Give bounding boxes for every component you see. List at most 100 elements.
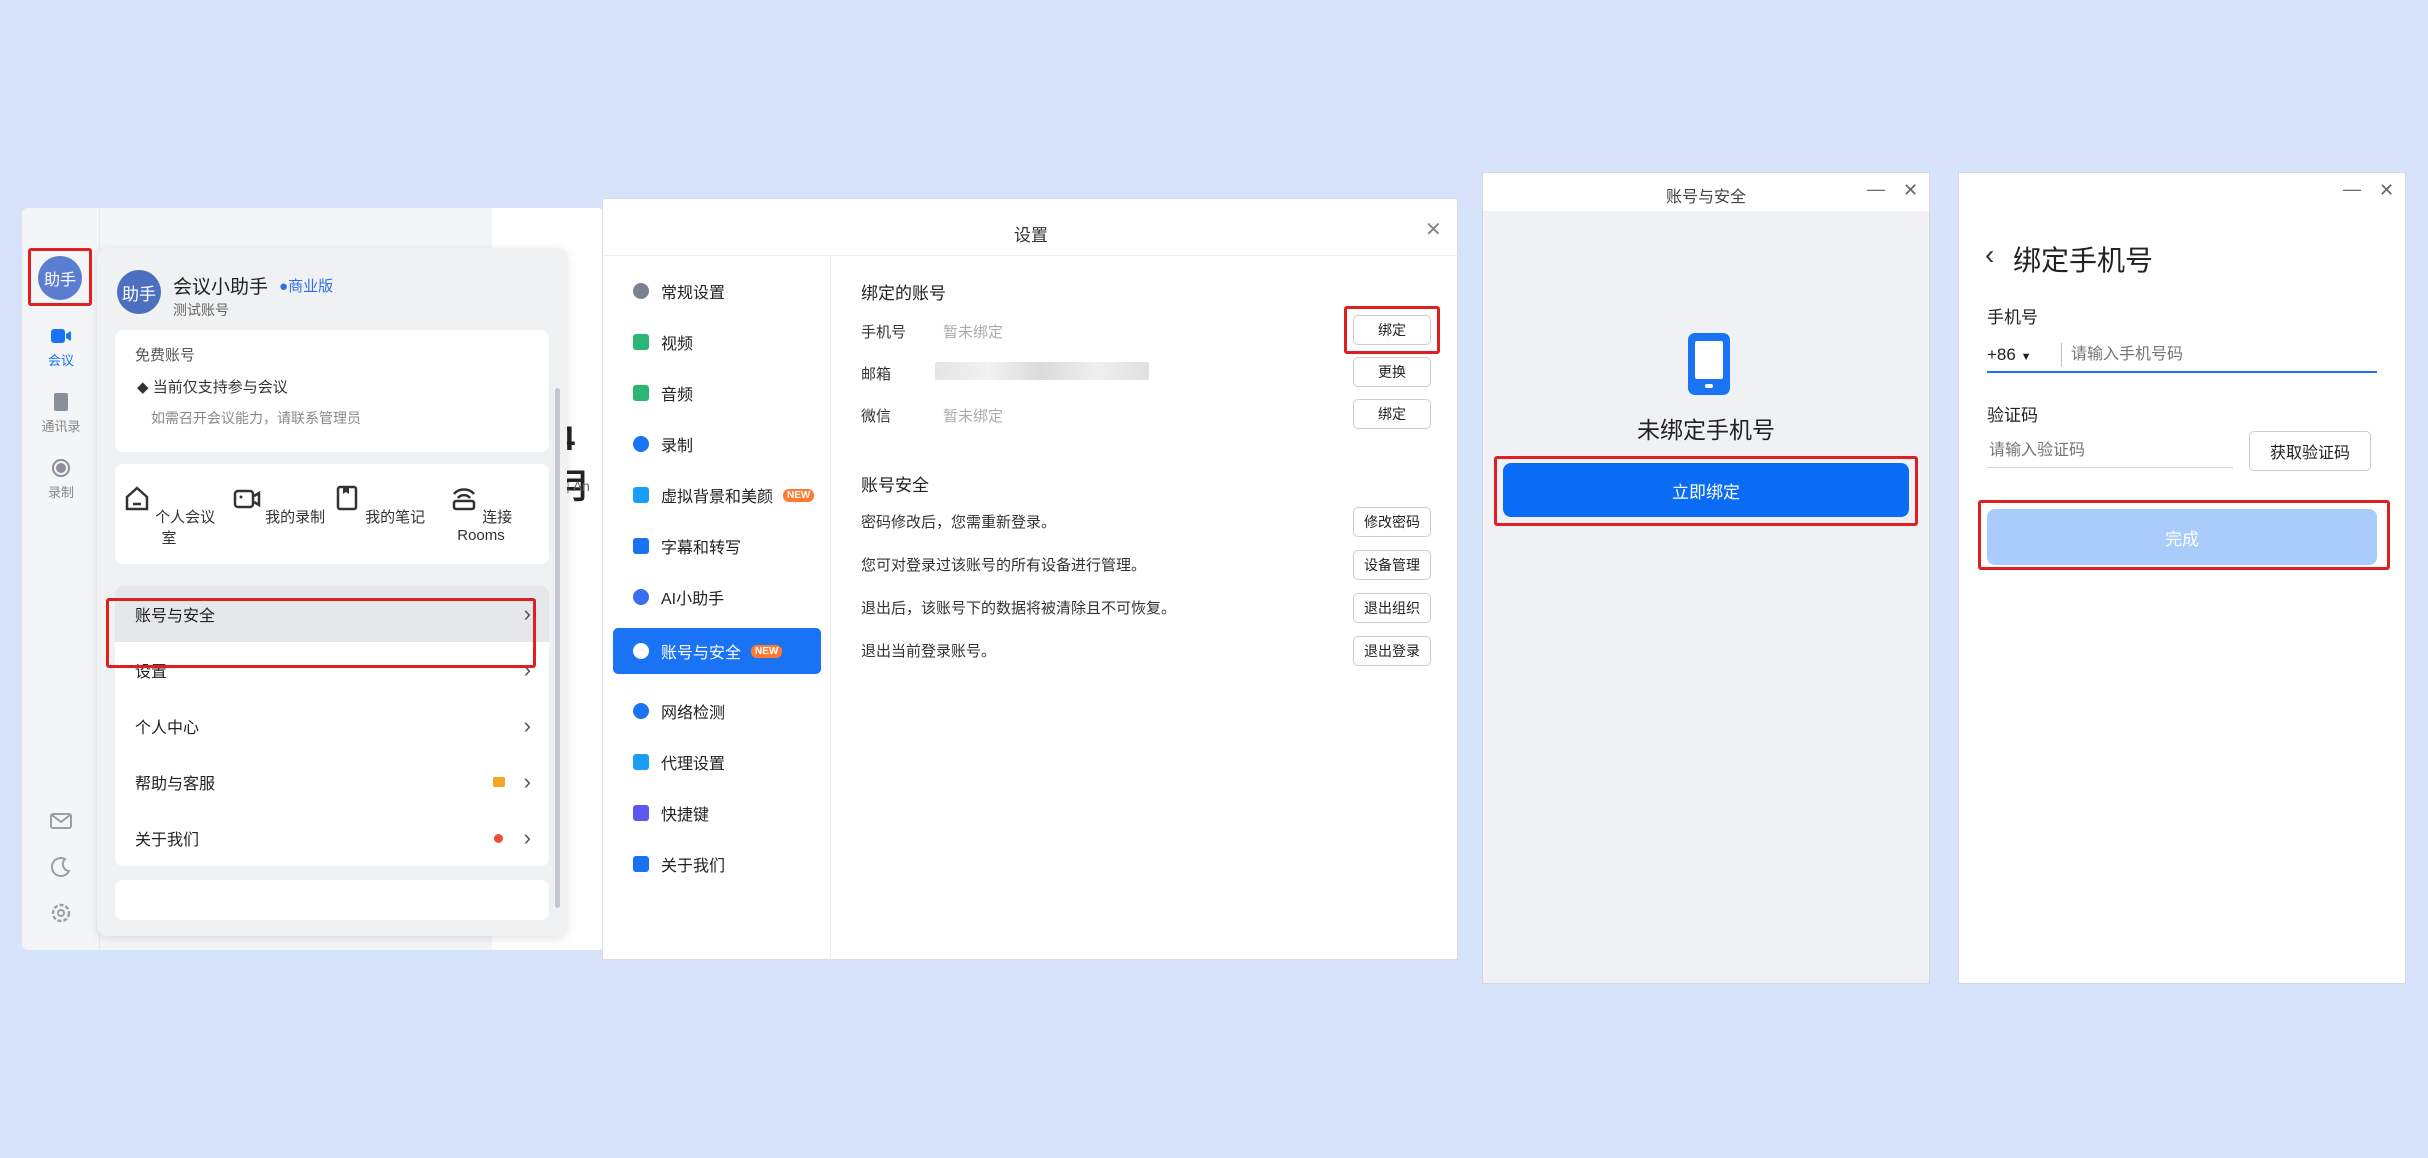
help-tag-icon: [493, 777, 505, 787]
chevron-right-icon: ›: [523, 769, 531, 794]
bind-wechat-button[interactable]: 绑定: [1353, 399, 1431, 429]
rail-label-meeting: 会议: [47, 353, 74, 368]
tool-personal-room[interactable]: 个人会议室: [119, 484, 219, 548]
close-icon[interactable]: ✕: [2379, 180, 2394, 201]
change-password-button[interactable]: 修改密码: [1353, 507, 1431, 537]
settings-nav-audio[interactable]: 音频: [613, 370, 821, 416]
record-icon: [52, 459, 70, 477]
get-code-button[interactable]: 获取验证码: [2249, 431, 2371, 471]
rail-avatar[interactable]: 助手: [38, 256, 82, 300]
minimize-icon[interactable]: —: [2343, 179, 2361, 200]
chevron-right-icon: ›: [523, 825, 531, 850]
rail-label-recording: 录制: [47, 485, 74, 500]
quick-tools-card: 个人会议室 我的录制 我的笔记 连接Rooms: [115, 464, 549, 564]
tool-my-notes-label: 我的笔记: [365, 509, 426, 526]
recording-camera-icon: [233, 489, 261, 509]
brand-logo-icon: [633, 856, 649, 872]
settings-nav-ai-assistant[interactable]: AI小助手: [613, 574, 821, 620]
settings-nav-about[interactable]: 关于我们: [613, 841, 821, 887]
settings-nav-virtual-background[interactable]: 虚拟背景和美颜 NEW: [613, 472, 821, 518]
captions-icon: [633, 538, 649, 554]
settings-sidebar: 常规设置 视频 音频 录制 虚拟背景和美颜 NEW 字幕和转写 AI小助手 账号与…: [603, 256, 831, 960]
nav-label: AI小助手: [661, 591, 725, 608]
menu-row-settings[interactable]: 设置 ›: [115, 642, 549, 698]
menu-row-account-security[interactable]: 账号与安全 ›: [115, 586, 549, 642]
code-label: 验证码: [1987, 406, 2038, 425]
nav-label: 虚拟背景和美颜: [661, 489, 774, 506]
logout-button[interactable]: 退出登录: [1353, 636, 1431, 666]
gear-icon[interactable]: [50, 902, 72, 924]
free-account-title: 免费账号: [135, 347, 196, 364]
logout-note: 退出当前登录账号。: [861, 643, 997, 660]
ai-assistant-icon: [633, 589, 649, 605]
mail-icon[interactable]: [50, 810, 72, 832]
settings-nav-recording[interactable]: 录制: [613, 421, 821, 467]
settings-nav-account-security[interactable]: 账号与安全 NEW: [613, 628, 821, 674]
change-email-button[interactable]: 更换: [1353, 357, 1431, 387]
user-lock-icon: [633, 643, 649, 659]
device-manage-button[interactable]: 设备管理: [1353, 550, 1431, 580]
leave-org-note: 退出后，该账号下的数据将被清除且不可恢复。: [861, 600, 1177, 617]
nav-label: 视频: [661, 336, 694, 353]
menu-avatar: 助手: [117, 270, 161, 314]
close-icon[interactable]: ✕: [1425, 217, 1442, 242]
moon-icon[interactable]: [50, 856, 72, 878]
nav-label: 常规设置: [661, 285, 726, 302]
settings-nav-general[interactable]: 常规设置: [613, 268, 821, 314]
tool-personal-room-label: 个人会议室: [155, 509, 216, 547]
menu-row-profile[interactable]: 个人中心 ›: [115, 698, 549, 754]
phone-label: 手机号: [1987, 308, 2038, 327]
settings-nav-network[interactable]: 网络检测: [613, 688, 821, 734]
bullet-icon: ◆: [137, 379, 153, 396]
menu-row-settings-label: 设置: [135, 664, 168, 681]
nav-label: 字幕和转写: [661, 540, 742, 557]
bind-phone-title: 绑定手机号: [2013, 245, 2154, 276]
close-icon[interactable]: ✕: [1903, 180, 1918, 201]
minimize-icon[interactable]: —: [1867, 179, 1885, 200]
edition-badge: ●商业版: [279, 275, 333, 296]
account-security-window: 账号与安全 — ✕ 未绑定手机号 立即绑定: [1482, 172, 1930, 984]
done-button[interactable]: 完成: [1987, 509, 2377, 565]
code-input-underline: [1987, 467, 2233, 468]
nav-label: 录制: [661, 438, 694, 455]
free-account-note: 如需召开会议能力，请联系管理员: [151, 410, 361, 426]
bind-now-button[interactable]: 立即绑定: [1503, 463, 1909, 517]
tool-my-recordings[interactable]: 我的录制: [229, 484, 329, 527]
left-rail: 助手 会议 通讯录 录制: [22, 208, 100, 950]
unbound-message: 未绑定手机号: [1637, 417, 1775, 443]
bind-phone-window: — ✕ ‹ 绑定手机号 手机号 +86 ▼ 验证码 获取验证码 完成: [1958, 172, 2406, 984]
menu-row-about[interactable]: 关于我们 ›: [115, 810, 549, 866]
rail-item-contacts[interactable]: 通讯录: [22, 392, 100, 435]
contacts-book-icon: [54, 393, 68, 411]
settings-window: 设置 ✕ 常规设置 视频 音频 录制 虚拟背景和美颜 NEW 字幕和转写 AI小助…: [602, 198, 1459, 960]
tool-connect-rooms-label: 连接Rooms: [457, 509, 513, 544]
tool-connect-rooms[interactable]: 连接Rooms: [431, 484, 531, 544]
note-icon: [336, 485, 358, 511]
free-account-line: ◆ 当前仅支持参与会议: [137, 376, 288, 397]
device-note: 您可对登录过该账号的所有设备进行管理。: [861, 557, 1147, 574]
bound-phone-value: 暂未绑定: [943, 324, 1004, 341]
settings-nav-video[interactable]: 视频: [613, 319, 821, 365]
phone-input[interactable]: [2069, 341, 2369, 369]
bind-phone-button[interactable]: 绑定: [1353, 315, 1431, 345]
menu-scrollbar[interactable]: [555, 388, 560, 908]
rail-item-meeting[interactable]: 会议: [22, 326, 100, 369]
user-subtitle: 测试账号: [173, 302, 229, 318]
country-code-select[interactable]: +86 ▼: [1987, 345, 2031, 365]
new-badge: NEW: [751, 644, 783, 658]
leave-org-button[interactable]: 退出组织: [1353, 593, 1431, 623]
tool-my-notes[interactable]: 我的笔记: [329, 484, 429, 527]
rail-item-recording[interactable]: 录制: [22, 458, 100, 501]
settings-nav-shortcuts[interactable]: 快捷键: [613, 790, 821, 836]
settings-nav-captions[interactable]: 字幕和转写: [613, 523, 821, 569]
chevron-right-icon: ›: [523, 713, 531, 738]
person-background-icon: [633, 487, 649, 503]
back-chevron-icon[interactable]: ‹: [1985, 239, 1994, 271]
menu-row-help[interactable]: 帮助与客服 ›: [115, 754, 549, 810]
nav-label: 音频: [661, 387, 694, 404]
nav-label: 账号与安全: [661, 645, 742, 662]
user-name: 会议小助手: [173, 277, 269, 298]
bound-wechat-label: 微信: [861, 408, 892, 425]
verification-code-input[interactable]: [1987, 437, 2227, 465]
settings-nav-proxy[interactable]: 代理设置: [613, 739, 821, 785]
